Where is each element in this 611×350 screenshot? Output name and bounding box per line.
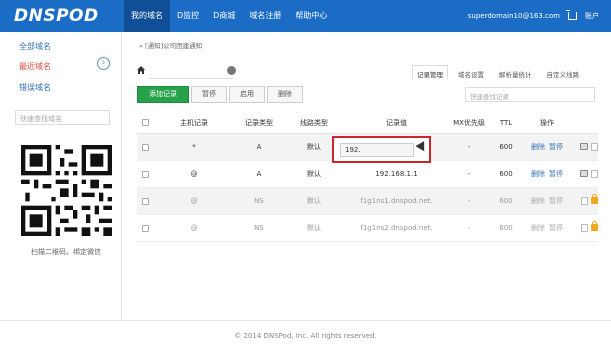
top-navigation-bar: DNSPOD 我的域名 D监控 D商城 域名注册 帮助中心 superdomai… (0, 0, 611, 32)
tab-domain-settings[interactable]: 域名设置 (453, 65, 489, 80)
pause-link: 暂停 (549, 224, 563, 232)
home-icon[interactable] (137, 66, 145, 74)
nav-my-domains[interactable]: 我的域名 (124, 0, 170, 32)
add-record-button[interactable]: 添加记录 (137, 86, 189, 103)
remark-icon[interactable] (580, 143, 588, 150)
dns-records-table: 主机记录 记录类型 线路类型 记录值 MX优先级 TTL 操作 * A 默认 -… (137, 112, 598, 242)
note-icon[interactable] (581, 197, 588, 205)
note-icon[interactable] (581, 224, 588, 232)
cell-ttl[interactable]: 600 (489, 143, 523, 151)
cell-type[interactable]: A (234, 170, 284, 178)
cell-ttl: 600 (499, 197, 513, 205)
pause-link[interactable]: 暂停 (549, 143, 563, 151)
record-toolbar: 添加记录 暂停 启用 删除 (137, 86, 303, 103)
row-checkbox[interactable] (142, 143, 149, 151)
select-all-checkbox[interactable] (142, 119, 149, 126)
header-type: 记录类型 (245, 118, 273, 127)
cell-host: @ (190, 197, 198, 205)
cell-value: f1g1ns1.dnspod.net. (360, 197, 433, 205)
tab-record-management[interactable]: 记录管理 (412, 65, 448, 80)
header-host: 主机记录 (180, 118, 208, 127)
header-line: 线路类型 (300, 118, 328, 127)
cell-mx: - (467, 224, 471, 232)
cell-mx: - (467, 170, 471, 178)
sidebar: 全部域名 最近域名 › 错误域名 快速查找域名 扫描二维码，绑定微信 (0, 32, 122, 320)
nav-help-center[interactable]: 帮助中心 (288, 0, 334, 32)
cell-ttl: 600 (499, 224, 513, 232)
header-mx: MX优先级 (453, 118, 485, 127)
account-area: superdomain10@163.com 账户 (468, 0, 599, 32)
cell-mx: - (467, 143, 471, 151)
tab-custom-lines[interactable]: 自定义线路 (542, 65, 585, 80)
header-value: 记录值 (386, 118, 407, 127)
mouse-cursor-icon (415, 141, 429, 154)
cell-type[interactable]: A (234, 143, 284, 151)
record-search-input[interactable]: 快速查找记录 (465, 87, 595, 102)
cell-value[interactable]: 192.168.1.1 (344, 170, 449, 178)
enable-button[interactable]: 启用 (229, 86, 265, 103)
cell-line: 默认 (307, 224, 321, 232)
domain-status-icon (227, 66, 236, 75)
record-tabs: 记录管理 域名设置 解析量统计 自定义线路 (412, 65, 584, 81)
row-checkbox[interactable] (142, 224, 149, 232)
dnspod-logo[interactable]: DNSPOD (14, 6, 99, 26)
footer: © 2014 DNSPod, Inc. All rights reserved. (0, 320, 611, 350)
remark-icon[interactable] (580, 170, 588, 177)
nav-domain-registration[interactable]: 域名注册 (242, 0, 288, 32)
account-email[interactable]: superdomain10@163.com (468, 0, 560, 32)
chevron-right-icon[interactable]: › (97, 57, 110, 70)
tab-resolution-stats[interactable]: 解析量统计 (494, 65, 537, 80)
nav-d-mall[interactable]: D商城 (206, 0, 242, 32)
header-actions: 操作 (540, 118, 554, 127)
delete-link: 删除 (531, 224, 545, 232)
lock-icon (591, 194, 598, 204)
delete-link[interactable]: 删除 (531, 170, 545, 178)
main-nav: 我的域名 D监控 D商城 域名注册 帮助中心 (124, 0, 334, 32)
delete-button[interactable]: 删除 (267, 86, 303, 103)
header-ttl: TTL (499, 118, 513, 127)
pause-link: 暂停 (549, 197, 563, 205)
qr-caption: 扫描二维码，绑定微信 (31, 248, 101, 256)
domain-search-input[interactable]: 快速查找域名 (15, 110, 110, 125)
cell-mx: - (467, 197, 471, 205)
table-row[interactable]: @ A 默认 192.168.1.1 - 600 删除 暂停 (137, 161, 598, 188)
pause-link[interactable]: 暂停 (549, 170, 563, 178)
note-icon[interactable] (591, 143, 598, 151)
cell-line: 默认 (307, 197, 321, 205)
cell-host[interactable]: * (154, 143, 234, 151)
current-domain-field (149, 61, 233, 79)
cell-type: NS (254, 224, 264, 232)
cell-ttl[interactable]: 600 (489, 170, 523, 178)
sidebar-item-recent-domains[interactable]: 最近域名 (19, 61, 51, 72)
table-header: 主机记录 记录类型 线路类型 记录值 MX优先级 TTL 操作 (137, 112, 598, 134)
cell-host[interactable]: @ (154, 170, 234, 178)
nav-d-monitor[interactable]: D监控 (170, 0, 206, 32)
lock-icon (591, 221, 598, 231)
cell-host: @ (190, 224, 198, 232)
copyright-text: © 2014 DNSPod, Inc. All rights reserved. (234, 332, 377, 340)
row-checkbox[interactable] (142, 170, 149, 178)
sidebar-item-error-domains[interactable]: 错误域名 (19, 82, 51, 93)
account-menu[interactable]: 账户 (585, 0, 599, 32)
pause-button[interactable]: 暂停 (191, 86, 227, 103)
table-row[interactable]: @ NS 默认 f1g1ns2.dnspod.net. - 600 删除 暂停 (137, 215, 598, 242)
highlighted-value-editor: 192. (332, 136, 431, 163)
record-value-input[interactable]: 192. (340, 143, 414, 157)
row-checkbox[interactable] (142, 197, 149, 205)
cell-line[interactable]: 默认 (284, 169, 344, 179)
table-row[interactable]: @ NS 默认 f1g1ns1.dnspod.net. - 600 删除 暂停 (137, 188, 598, 215)
wechat-qr-code (21, 145, 112, 236)
sidebar-item-all-domains[interactable]: 全部域名 (19, 41, 51, 52)
cart-icon[interactable] (566, 10, 577, 20)
cell-value: f1g1ns2.dnspod.net. (360, 224, 433, 232)
note-icon[interactable] (591, 170, 598, 178)
breadcrumb[interactable]: » [通知]公司团建通知 (139, 40, 202, 50)
delete-link[interactable]: 删除 (531, 143, 545, 151)
cell-type: NS (254, 197, 264, 205)
delete-link: 删除 (531, 197, 545, 205)
